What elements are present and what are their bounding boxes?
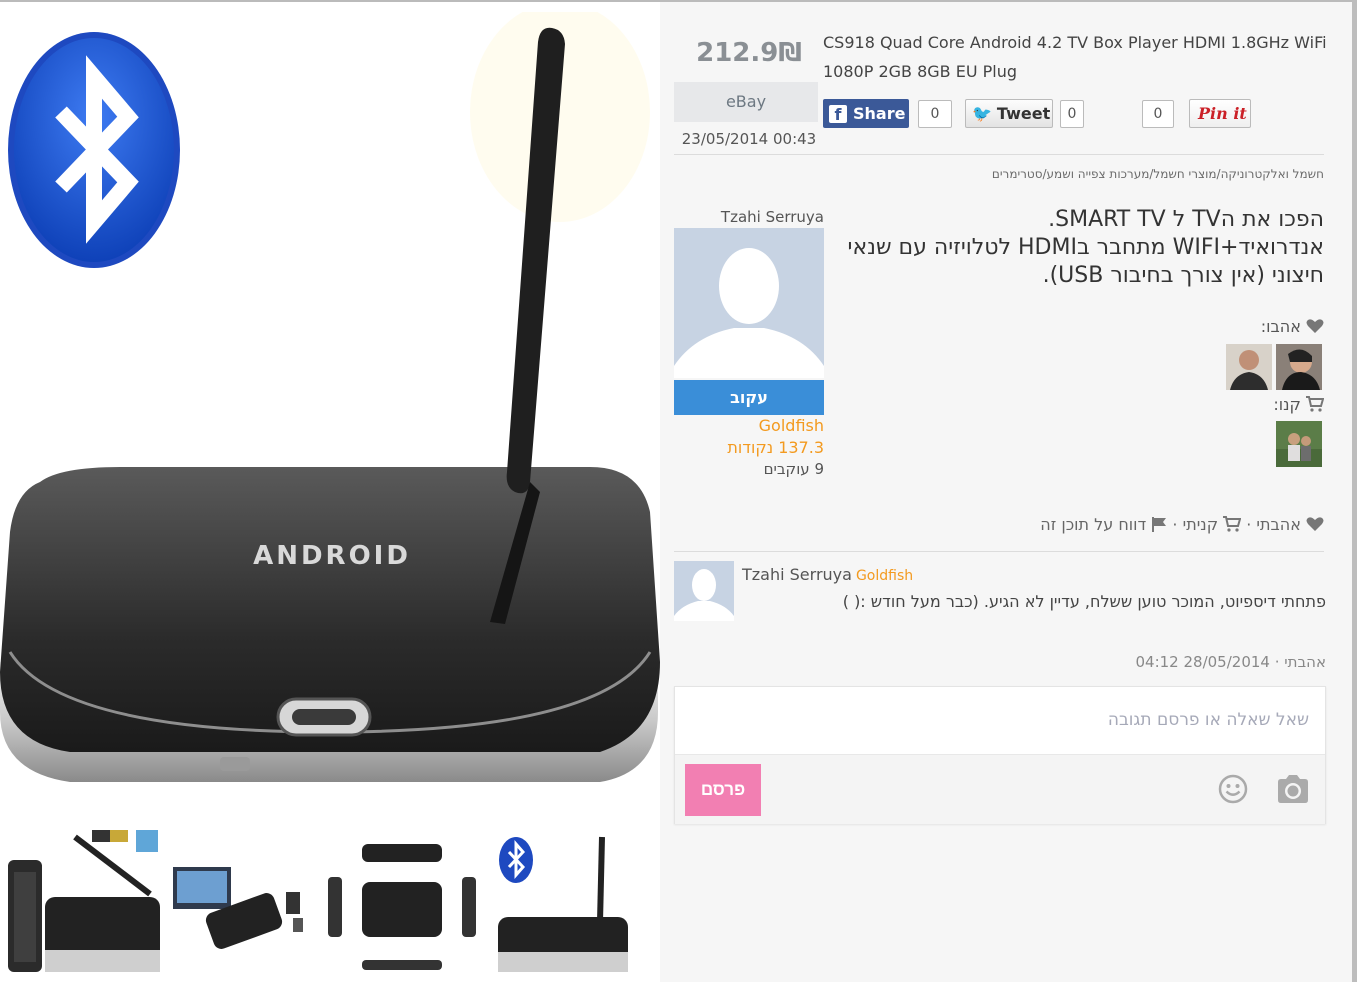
liked-by-avatar[interactable] [1276, 344, 1322, 390]
report-action-label: דווח על תוכן זה [1040, 515, 1147, 534]
page-edge [1352, 0, 1357, 982]
user-level: Goldfish [758, 416, 824, 435]
breadcrumb[interactable]: חשמל ואלקטרוניקה/מוצרי חשמל/מערכות צפייה… [674, 167, 1324, 181]
comment-author[interactable]: Tzahi Serruya [742, 565, 852, 584]
publish-button[interactable]: פרסם [685, 764, 761, 816]
comment-meta: אהבתי · 28/05/2014 04:12 [960, 653, 1326, 671]
camera-icon[interactable] [1275, 773, 1311, 805]
store-button[interactable]: eBay [674, 82, 818, 122]
cart-icon [1223, 516, 1242, 532]
pin-it-button[interactable]: Pin it [1189, 99, 1251, 128]
bluetooth-icon [8, 32, 180, 268]
action-separator: · [1269, 653, 1285, 671]
post-description: הפכו את הTV ל SMART TV. אנדרואיד+WIFI מת… [847, 207, 1324, 288]
pin-count: 0 [1142, 100, 1174, 128]
facebook-share-label: Share [853, 104, 906, 123]
bought-by-text: קנו: [1273, 395, 1301, 414]
divider [674, 154, 1324, 155]
follow-button[interactable]: עקוב [674, 380, 824, 415]
divider [674, 551, 1324, 552]
facebook-icon: f [829, 104, 847, 124]
action-separator: · [1167, 515, 1178, 534]
thumbnail-2[interactable] [168, 822, 318, 982]
comment-text: פתחתי דיספיוט, המוכר טוען ששלח, עדיין לא… [842, 592, 1326, 611]
price: 212.9₪ [696, 38, 802, 68]
like-action[interactable]: אהבתי [1251, 515, 1324, 534]
action-separator: · [1241, 515, 1252, 534]
avatar-silhouette-icon [674, 248, 824, 378]
like-action-label: אהבתי [1256, 515, 1301, 534]
twitter-icon: 🐦 [972, 104, 992, 123]
avatar[interactable] [674, 228, 824, 378]
flag-icon [1152, 517, 1167, 532]
emoji-icon[interactable] [1217, 773, 1249, 805]
comment-composer: פרסם [674, 686, 1326, 824]
composer-toolbar: פרסם [675, 754, 1325, 824]
tweet-label: Tweet [996, 104, 1051, 123]
details-panel: 212.9₪ eBay 23/05/2014 00:43 CS918 Quad … [660, 2, 1352, 982]
cart-icon [1306, 396, 1324, 412]
thumbnail-4[interactable] [490, 822, 640, 982]
comment-input[interactable] [675, 687, 1325, 753]
comment-header: Tzahi Serruya Goldfish [742, 565, 913, 584]
tweet-count: 0 [1060, 100, 1084, 128]
product-card: ANDROID 212.9₪ eBay 23/05/2014 00:43 CS9… [0, 0, 1352, 982]
facebook-share-button[interactable]: f Share [823, 99, 909, 128]
bought-action[interactable]: קניתי [1178, 515, 1242, 534]
product-title[interactable]: CS918 Quad Core Android 4.2 TV Box Playe… [823, 28, 1333, 86]
comment-avatar[interactable] [674, 561, 734, 621]
bought-by-avatar[interactable] [1276, 421, 1322, 467]
comment-date: 28/05/2014 04:12 [1135, 653, 1270, 671]
report-action[interactable]: דווח על תוכן זה [1040, 515, 1167, 534]
thumbnail-strip [0, 822, 660, 982]
comment-like-link[interactable]: אהבתי [1284, 653, 1326, 671]
comment-author-level: Goldfish [855, 568, 914, 584]
post-actions: אהבתי · קניתי · דווח על תוכן זה [960, 515, 1324, 534]
liked-by-text: אהבו: [1260, 317, 1301, 336]
heart-icon [1306, 319, 1324, 333]
posted-date: 23/05/2014 00:43 [681, 130, 817, 148]
thumbnail-1[interactable] [0, 822, 170, 982]
tweet-button[interactable]: 🐦 Tweet [965, 99, 1053, 128]
bought-by-label: קנו: [1110, 395, 1324, 414]
user-name[interactable]: Tzahi Serruya [674, 208, 824, 226]
facebook-share-count: 0 [918, 100, 952, 128]
user-followers[interactable]: 9 עוקבים [674, 460, 824, 478]
liked-by-avatar[interactable] [1226, 344, 1272, 390]
product-photo[interactable]: ANDROID [0, 2, 660, 982]
heart-icon [1306, 517, 1324, 531]
user-points: 137.3 נקודות [727, 438, 824, 457]
avatar-silhouette-icon [674, 569, 734, 621]
brand-text: ANDROID [253, 541, 411, 571]
thumbnail-3[interactable] [322, 822, 482, 982]
liked-by-label: אהבו: [1110, 317, 1324, 336]
bought-action-label: קניתי [1182, 515, 1219, 534]
